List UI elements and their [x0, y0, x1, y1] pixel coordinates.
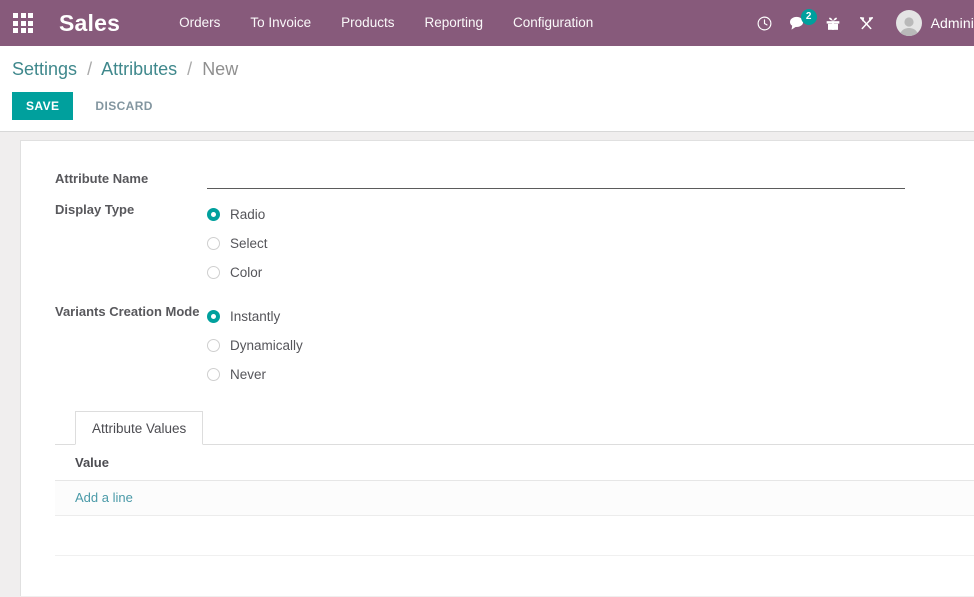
add-line-row[interactable]: Add a line — [55, 481, 974, 516]
user-name-label: Admini — [930, 15, 974, 31]
option-label: Color — [230, 265, 263, 280]
radio-button-icon — [207, 266, 220, 279]
form-fields-group: Attribute Name Display Type Radio Select… — [21, 165, 974, 389]
radio-button-icon — [207, 368, 220, 381]
variants-creation-mode-radio-group: Instantly Dynamically Never — [207, 301, 964, 389]
display-type-option-select[interactable]: Select — [207, 229, 964, 258]
list-empty-area — [55, 516, 974, 556]
attribute-name-input[interactable] — [207, 168, 905, 189]
breadcrumb-separator: / — [187, 59, 193, 79]
gift-icon[interactable] — [816, 0, 850, 46]
add-a-line-link[interactable]: Add a line — [75, 490, 133, 505]
variants-option-never[interactable]: Never — [207, 360, 964, 389]
apps-menu-button[interactable] — [0, 0, 46, 46]
variants-option-dynamically[interactable]: Dynamically — [207, 331, 964, 360]
display-type-label: Display Type — [55, 202, 135, 217]
chat-unread-badge: 2 — [800, 9, 817, 25]
tools-icon[interactable] — [850, 0, 884, 46]
option-label: Dynamically — [230, 338, 303, 353]
discard-button[interactable]: DISCARD — [83, 92, 164, 120]
tab-attribute-values[interactable]: Attribute Values — [75, 411, 204, 445]
menu-item-orders[interactable]: Orders — [164, 0, 235, 46]
form-view-background: Attribute Name Display Type Radio Select… — [0, 132, 974, 596]
top-navbar: Sales Orders To Invoice Products Reporti… — [0, 0, 974, 46]
chat-icon[interactable]: 2 — [782, 0, 817, 46]
column-header-value: Value — [75, 455, 109, 470]
form-sheet: Attribute Name Display Type Radio Select… — [20, 140, 974, 596]
notebook: Attribute Values Value Add a line — [21, 411, 974, 556]
apps-grid-icon — [13, 13, 33, 33]
breadcrumb-item-settings[interactable]: Settings — [12, 59, 77, 79]
radio-button-icon — [207, 208, 220, 221]
menu-item-to-invoice[interactable]: To Invoice — [235, 0, 326, 46]
option-label: Select — [230, 236, 268, 251]
radio-button-icon — [207, 237, 220, 250]
main-menu: Orders To Invoice Products Reporting Con… — [164, 0, 608, 46]
clock-icon[interactable] — [748, 0, 782, 46]
attribute-name-label: Attribute Name — [55, 171, 149, 186]
save-button[interactable]: SAVE — [12, 92, 74, 120]
menu-item-configuration[interactable]: Configuration — [498, 0, 608, 46]
option-label: Never — [230, 367, 267, 382]
field-row-display-type: Display Type Radio Select Color — [55, 199, 964, 287]
app-brand-title[interactable]: Sales — [59, 10, 120, 37]
menu-item-products[interactable]: Products — [326, 0, 409, 46]
navbar-systray: 2 Admini — [748, 0, 974, 46]
radio-button-icon — [207, 339, 220, 352]
option-label: Instantly — [230, 309, 281, 324]
menu-item-reporting[interactable]: Reporting — [409, 0, 498, 46]
list-header-row: Value — [55, 445, 974, 481]
breadcrumb: Settings / Attributes / New — [0, 58, 974, 80]
breadcrumb-separator: / — [87, 59, 93, 79]
variants-option-instantly[interactable]: Instantly — [207, 302, 964, 331]
control-panel-buttons: SAVE DISCARD — [0, 92, 974, 120]
control-panel: Settings / Attributes / New SAVE DISCARD — [0, 46, 974, 132]
notebook-tabs: Attribute Values — [55, 411, 974, 445]
display-type-radio-group: Radio Select Color — [207, 199, 964, 287]
user-menu[interactable]: Admini — [895, 0, 974, 46]
display-type-option-color[interactable]: Color — [207, 258, 964, 287]
radio-button-icon — [207, 310, 220, 323]
field-row-variants-creation-mode: Variants Creation Mode Instantly Dynamic… — [55, 301, 964, 389]
breadcrumb-item-new: New — [202, 59, 239, 79]
field-row-attribute-name: Attribute Name — [55, 165, 964, 189]
breadcrumb-item-attributes[interactable]: Attributes — [101, 59, 177, 79]
user-avatar-icon — [895, 10, 922, 36]
attribute-values-list: Value Add a line — [55, 445, 974, 556]
display-type-option-radio[interactable]: Radio — [207, 200, 964, 229]
option-label: Radio — [230, 207, 266, 222]
variants-creation-mode-label: Variants Creation Mode — [55, 304, 200, 319]
